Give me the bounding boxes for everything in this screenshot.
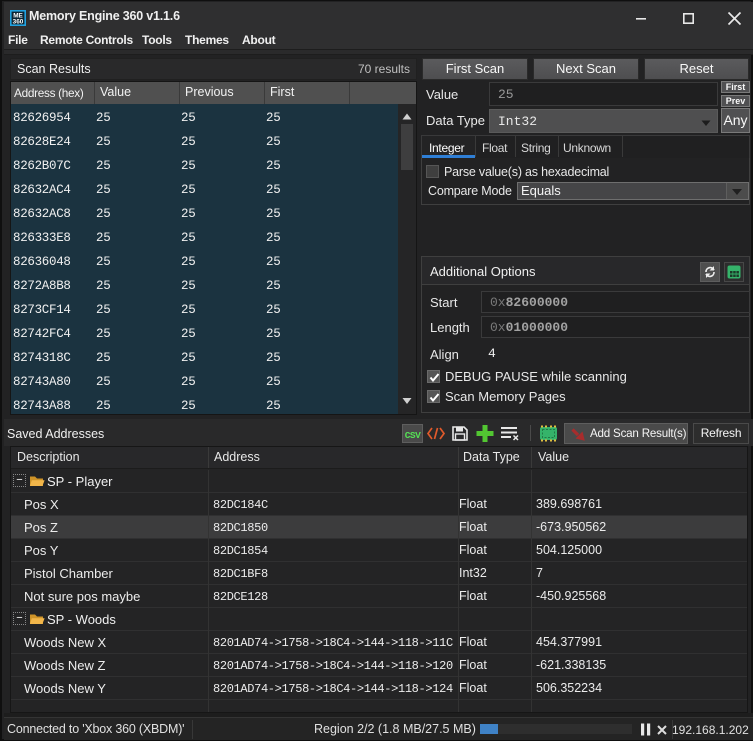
svg-text:360: 360 [13,19,24,26]
